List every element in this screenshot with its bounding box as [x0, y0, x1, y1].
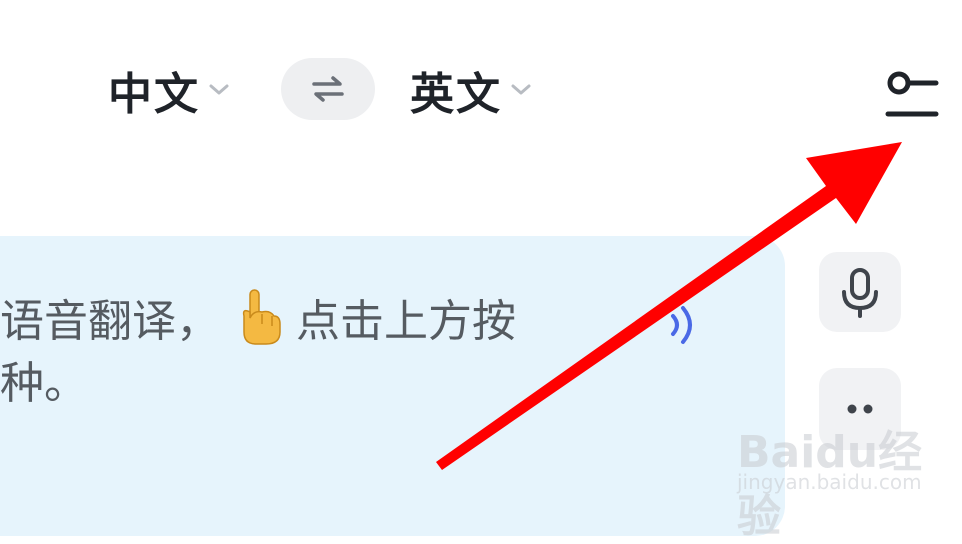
more-options-button[interactable] [819, 368, 901, 450]
prompt-line-1-start: 语音翻译， [0, 296, 220, 347]
target-language-label: 英文 [410, 69, 502, 120]
swap-arrows-icon [312, 76, 344, 102]
sound-waves-icon[interactable] [665, 300, 705, 350]
more-dots-icon [847, 404, 873, 414]
chevron-down-icon [209, 84, 229, 95]
prompt-line-1: 语音翻译， 点击上方按 [0, 288, 760, 353]
source-language-label: 中文 [108, 69, 200, 120]
voice-input-button[interactable] [819, 252, 901, 332]
source-language-selector[interactable]: 中文 [108, 62, 232, 120]
target-language-selector[interactable]: 英文 [410, 62, 534, 120]
prompt-line-2: 种。 [0, 358, 88, 409]
prompt-line-1-end: 点击上方按 [296, 296, 516, 347]
chevron-down-icon [511, 84, 531, 95]
settings-slider-icon [885, 71, 939, 117]
swap-languages-button[interactable] [281, 58, 375, 120]
voice-translation-prompt: 语音翻译， 点击上方按 种。 [0, 288, 760, 415]
microphone-icon [842, 268, 878, 318]
pointing-hand-icon [242, 289, 281, 345]
settings-button[interactable] [884, 66, 940, 124]
